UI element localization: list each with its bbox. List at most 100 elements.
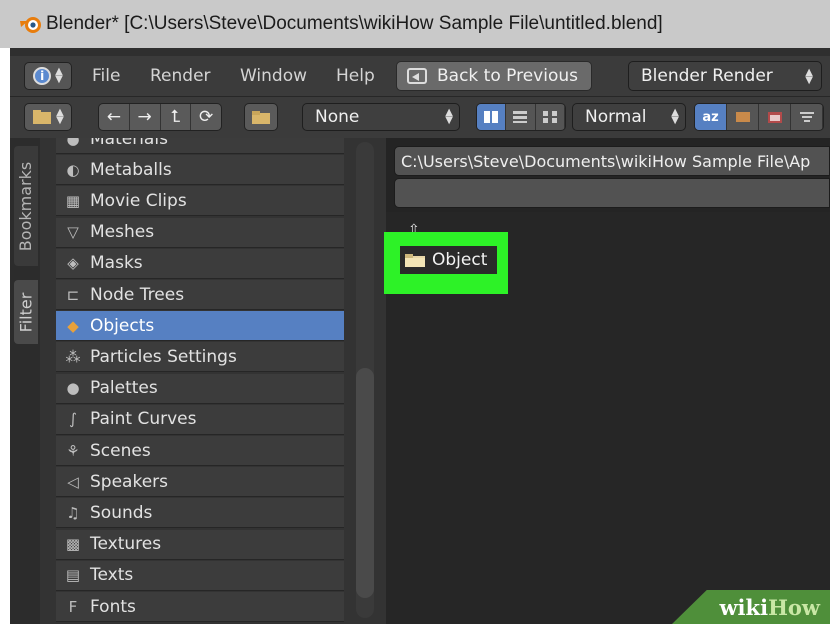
refresh-icon[interactable]: ⟳ bbox=[191, 104, 221, 130]
file-list-area: ⇧ Object bbox=[384, 212, 830, 624]
list-item-label: Fonts bbox=[90, 596, 136, 617]
sort-date-icon[interactable] bbox=[759, 104, 791, 130]
metaball-icon: ◐ bbox=[66, 160, 80, 179]
tab-bookmarks[interactable]: Bookmarks bbox=[14, 146, 38, 266]
menu-help[interactable]: Help bbox=[336, 66, 375, 86]
up-down-icon: ▲ ▼ bbox=[805, 67, 813, 86]
long-list-icon[interactable] bbox=[506, 104, 536, 130]
list-item-sounds[interactable]: ♫ Sounds bbox=[56, 498, 344, 529]
font-icon: F bbox=[68, 597, 78, 616]
display-size-select[interactable]: Normal ▲ ▼ bbox=[572, 103, 686, 131]
scene-icon: ⚘ bbox=[66, 441, 80, 460]
file-browser-main: C:\Users\Steve\Documents\wikiHow Sample … bbox=[384, 138, 830, 624]
sort-extension-icon[interactable] bbox=[727, 104, 759, 130]
watermark-how: How bbox=[768, 594, 820, 620]
list-item-objects[interactable]: ◆ Objects bbox=[56, 311, 344, 342]
folder-icon bbox=[252, 111, 270, 124]
list-item-meshes[interactable]: ▽ Meshes bbox=[56, 217, 344, 248]
new-folder-button[interactable] bbox=[244, 103, 278, 131]
back-to-previous-button[interactable]: Back to Previous bbox=[396, 61, 592, 91]
parent-directory-icon[interactable]: ⮤ bbox=[161, 104, 192, 130]
list-item-label: Palettes bbox=[90, 378, 158, 399]
filename-field[interactable] bbox=[394, 178, 830, 208]
recursion-select[interactable]: None ▲ ▼ bbox=[302, 103, 460, 131]
list-item-label: Metaballs bbox=[90, 159, 172, 180]
list-item-label: Particles Settings bbox=[90, 346, 237, 367]
back-screen-icon bbox=[407, 68, 427, 84]
object-cube-icon: ◆ bbox=[67, 316, 79, 335]
material-sphere-icon: ● bbox=[66, 138, 80, 148]
list-item-textures[interactable]: ▩ Textures bbox=[56, 529, 344, 560]
navigation-buttons: ← → ⮤ ⟳ bbox=[98, 103, 222, 131]
info-icon: i bbox=[33, 67, 52, 85]
up-down-icon: ▲ ▼ bbox=[55, 66, 63, 85]
editor-type-button[interactable]: i ▲ ▼ bbox=[24, 62, 72, 90]
list-scrollbar[interactable] bbox=[356, 368, 374, 598]
list-item-label: Objects bbox=[90, 315, 155, 336]
texture-icon: ▩ bbox=[65, 535, 81, 554]
file-browser-icon bbox=[33, 110, 52, 124]
speaker-icon: ◁ bbox=[67, 472, 79, 491]
list-item-particles-settings[interactable]: ⁂ Particles Settings bbox=[56, 342, 344, 373]
list-item-metaballs[interactable]: ◐ Metaballs bbox=[56, 155, 344, 186]
watermark-wiki: wiki bbox=[719, 594, 769, 620]
datablock-list: ● Materials ◐ Metaballs ▦ Movie Clips ▽ Meshes ◈… bbox=[56, 138, 344, 624]
list-item-materials[interactable]: ● Materials bbox=[56, 138, 344, 154]
list-item-scenes[interactable]: ⚘ Scenes bbox=[56, 436, 344, 466]
list-item-label: Paint Curves bbox=[90, 409, 197, 430]
back-arrow-icon[interactable]: ← bbox=[99, 104, 130, 130]
recursion-value: None bbox=[315, 107, 360, 127]
folder-entry-object[interactable]: Object bbox=[400, 246, 498, 274]
directory-path-field[interactable]: C:\Users\Steve\Documents\wikiHow Sample … bbox=[394, 146, 830, 176]
mask-icon: ◈ bbox=[67, 254, 79, 273]
short-list-icon[interactable] bbox=[477, 104, 507, 130]
list-item-fonts[interactable]: F Fonts bbox=[56, 592, 344, 622]
render-engine-select[interactable]: Blender Render ▲ ▼ bbox=[628, 61, 822, 91]
list-item-speakers[interactable]: ◁ Speakers bbox=[56, 467, 344, 498]
file-browser-toolbar: ▲ ▼ ← → ⮤ ⟳ None ▲ ▼ Normal ▲ ▼ az bbox=[10, 96, 830, 138]
directory-path-value: C:\Users\Steve\Documents\wikiHow Sample … bbox=[401, 151, 811, 171]
list-item-label: Texts bbox=[90, 565, 134, 586]
folder-entry-label: Object bbox=[432, 250, 488, 270]
sort-size-icon[interactable] bbox=[791, 104, 823, 130]
menu-bar: i ▲ ▼ File Render Window Help Back to Pre… bbox=[10, 56, 830, 96]
list-item-label: Scenes bbox=[90, 440, 151, 461]
up-down-icon: ▲ ▼ bbox=[445, 107, 453, 126]
list-item-label: Speakers bbox=[90, 471, 169, 492]
tab-bookmarks-label: Bookmarks bbox=[16, 161, 36, 251]
thumbnails-icon[interactable] bbox=[536, 104, 565, 130]
display-size-value: Normal bbox=[585, 107, 647, 127]
sort-alphabetical-icon[interactable]: az bbox=[695, 104, 727, 130]
node-tree-icon: ⊏ bbox=[66, 285, 80, 304]
render-engine-value: Blender Render bbox=[641, 66, 773, 86]
palette-icon: ● bbox=[66, 379, 80, 398]
mesh-icon: ▽ bbox=[67, 223, 79, 242]
list-item-paint-curves[interactable]: ∫ Paint Curves bbox=[56, 404, 344, 435]
datablock-panel: ● Materials ◐ Metaballs ▦ Movie Clips ▽ Meshes ◈… bbox=[40, 138, 386, 624]
movie-clip-icon: ▦ bbox=[65, 191, 81, 210]
menu-render[interactable]: Render bbox=[150, 66, 211, 86]
list-item-label: Meshes bbox=[90, 222, 155, 243]
list-item-movie-clips[interactable]: ▦ Movie Clips bbox=[56, 186, 344, 217]
list-item-label: Masks bbox=[90, 253, 143, 274]
list-item-masks[interactable]: ◈ Masks bbox=[56, 248, 344, 279]
list-item-palettes[interactable]: ● Palettes bbox=[56, 373, 344, 404]
list-item-texts[interactable]: ▤ Texts bbox=[56, 560, 344, 591]
file-browser-editor-button[interactable]: ▲ ▼ bbox=[24, 103, 72, 131]
particles-icon: ⁂ bbox=[65, 347, 81, 366]
menu-window[interactable]: Window bbox=[240, 66, 307, 86]
list-item-node-trees[interactable]: ⊏ Node Trees bbox=[56, 280, 344, 310]
sort-buttons: az bbox=[694, 103, 824, 131]
side-tabs: Bookmarks Filter bbox=[10, 138, 40, 624]
window-titlebar: Blender* [C:\Users\Steve\Documents\wikiH… bbox=[0, 0, 830, 48]
forward-arrow-icon[interactable]: → bbox=[130, 104, 161, 130]
window-title: Blender* [C:\Users\Steve\Documents\wikiH… bbox=[46, 13, 663, 34]
paint-curve-icon: ∫ bbox=[69, 410, 77, 429]
up-down-icon: ▲ ▼ bbox=[56, 107, 64, 126]
list-item-label: Sounds bbox=[90, 502, 153, 523]
tab-filter-label: Filter bbox=[16, 292, 36, 332]
tab-filter[interactable]: Filter bbox=[14, 280, 38, 344]
back-to-previous-label: Back to Previous bbox=[437, 66, 578, 86]
list-item-label: Materials bbox=[90, 138, 168, 149]
menu-file[interactable]: File bbox=[92, 66, 120, 86]
